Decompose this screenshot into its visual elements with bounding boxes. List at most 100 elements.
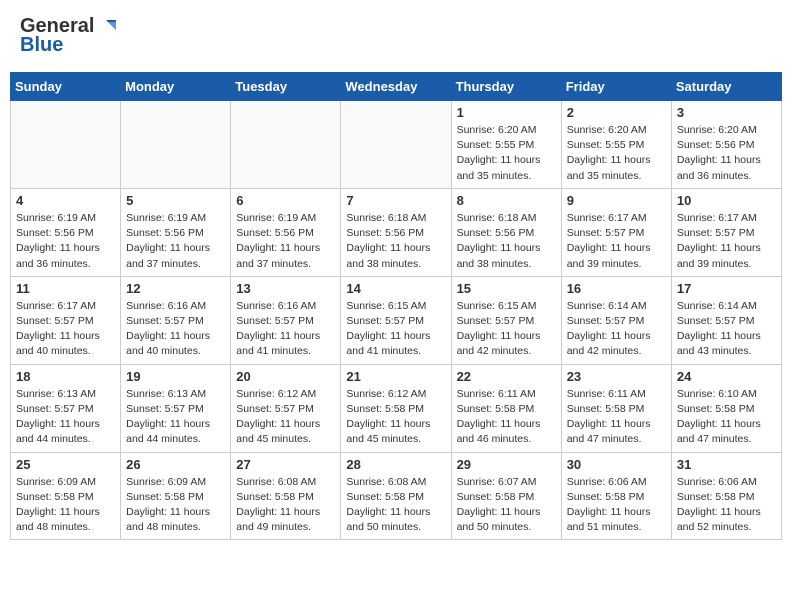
day-number: 19 <box>126 369 225 384</box>
weekday-header-tuesday: Tuesday <box>231 73 341 101</box>
calendar-cell: 8 Sunrise: 6:18 AM Sunset: 5:56 PM Daylig… <box>451 188 561 276</box>
logo: General Blue <box>20 15 118 57</box>
day-number: 7 <box>346 193 445 208</box>
calendar-week-1: 1 Sunrise: 6:20 AM Sunset: 5:55 PM Daylig… <box>11 101 782 189</box>
day-info: Sunrise: 6:08 AM Sunset: 5:58 PM Dayligh… <box>236 475 335 536</box>
day-number: 5 <box>126 193 225 208</box>
day-info: Sunrise: 6:11 AM Sunset: 5:58 PM Dayligh… <box>567 387 666 448</box>
day-number: 3 <box>677 105 776 120</box>
day-number: 18 <box>16 369 115 384</box>
logo-bird-icon <box>96 16 118 38</box>
calendar-cell: 15Sunrise: 6:15 AM Sunset: 5:57 PM Dayli… <box>451 276 561 364</box>
calendar-cell: 24Sunrise: 6:10 AM Sunset: 5:58 PM Dayli… <box>671 364 781 452</box>
day-number: 24 <box>677 369 776 384</box>
calendar-cell <box>231 101 341 189</box>
day-number: 12 <box>126 281 225 296</box>
day-number: 23 <box>567 369 666 384</box>
day-number: 26 <box>126 457 225 472</box>
weekday-header-saturday: Saturday <box>671 73 781 101</box>
calendar-cell: 26 Sunrise: 6:09 AM Sunset: 5:58 PM Dayli… <box>121 452 231 540</box>
day-number: 15 <box>457 281 556 296</box>
day-info: Sunrise: 6:14 AM Sunset: 5:57 PM Dayligh… <box>677 299 776 360</box>
day-number: 21 <box>346 369 445 384</box>
calendar-cell: 21 Sunrise: 6:12 AM Sunset: 5:58 PM Dayli… <box>341 364 451 452</box>
calendar-cell: 9 Sunrise: 6:17 AM Sunset: 5:57 PM Daylig… <box>561 188 671 276</box>
day-number: 31 <box>677 457 776 472</box>
day-number: 30 <box>567 457 666 472</box>
day-info: Sunrise: 6:18 AM Sunset: 5:56 PM Dayligh… <box>346 211 445 272</box>
calendar-week-2: 4Sunrise: 6:19 AM Sunset: 5:56 PM Daylig… <box>11 188 782 276</box>
day-info: Sunrise: 6:17 AM Sunset: 5:57 PM Dayligh… <box>567 211 666 272</box>
calendar-cell: 29Sunrise: 6:07 AM Sunset: 5:58 PM Dayli… <box>451 452 561 540</box>
calendar-cell: 7 Sunrise: 6:18 AM Sunset: 5:56 PM Daylig… <box>341 188 451 276</box>
day-number: 22 <box>457 369 556 384</box>
calendar-week-5: 25Sunrise: 6:09 AM Sunset: 5:58 PM Dayli… <box>11 452 782 540</box>
calendar-cell: 16Sunrise: 6:14 AM Sunset: 5:57 PM Dayli… <box>561 276 671 364</box>
day-info: Sunrise: 6:12 AM Sunset: 5:58 PM Dayligh… <box>346 387 445 448</box>
calendar-cell: 10 Sunrise: 6:17 AM Sunset: 5:57 PM Dayli… <box>671 188 781 276</box>
weekday-header-thursday: Thursday <box>451 73 561 101</box>
day-info: Sunrise: 6:18 AM Sunset: 5:56 PM Dayligh… <box>457 211 556 272</box>
day-number: 20 <box>236 369 335 384</box>
weekday-header-sunday: Sunday <box>11 73 121 101</box>
logo-container: General Blue <box>20 15 118 57</box>
weekday-header-monday: Monday <box>121 73 231 101</box>
calendar-cell: 1Sunrise: 6:20 AM Sunset: 5:55 PM Daylig… <box>451 101 561 189</box>
weekday-header-friday: Friday <box>561 73 671 101</box>
calendar-cell: 22Sunrise: 6:11 AM Sunset: 5:58 PM Dayli… <box>451 364 561 452</box>
calendar-cell: 11 Sunrise: 6:17 AM Sunset: 5:57 PM Dayli… <box>11 276 121 364</box>
day-number: 10 <box>677 193 776 208</box>
calendar-cell: 18 Sunrise: 6:13 AM Sunset: 5:57 PM Dayli… <box>11 364 121 452</box>
calendar-cell: 2 Sunrise: 6:20 AM Sunset: 5:55 PM Daylig… <box>561 101 671 189</box>
day-info: Sunrise: 6:17 AM Sunset: 5:57 PM Dayligh… <box>677 211 776 272</box>
calendar-cell: 4Sunrise: 6:19 AM Sunset: 5:56 PM Daylig… <box>11 188 121 276</box>
day-info: Sunrise: 6:20 AM Sunset: 5:56 PM Dayligh… <box>677 123 776 184</box>
day-number: 6 <box>236 193 335 208</box>
calendar-week-3: 11 Sunrise: 6:17 AM Sunset: 5:57 PM Dayli… <box>11 276 782 364</box>
day-info: Sunrise: 6:09 AM Sunset: 5:58 PM Dayligh… <box>126 475 225 536</box>
day-number: 1 <box>457 105 556 120</box>
calendar-cell: 3 Sunrise: 6:20 AM Sunset: 5:56 PM Daylig… <box>671 101 781 189</box>
calendar-cell: 5 Sunrise: 6:19 AM Sunset: 5:56 PM Daylig… <box>121 188 231 276</box>
day-info: Sunrise: 6:15 AM Sunset: 5:57 PM Dayligh… <box>346 299 445 360</box>
day-number: 17 <box>677 281 776 296</box>
weekday-header-row: SundayMondayTuesdayWednesdayThursdayFrid… <box>11 73 782 101</box>
calendar-cell: 17 Sunrise: 6:14 AM Sunset: 5:57 PM Dayli… <box>671 276 781 364</box>
page-header: General Blue <box>10 10 782 62</box>
day-info: Sunrise: 6:08 AM Sunset: 5:58 PM Dayligh… <box>346 475 445 536</box>
day-number: 8 <box>457 193 556 208</box>
calendar-cell: 6 Sunrise: 6:19 AM Sunset: 5:56 PM Daylig… <box>231 188 341 276</box>
day-info: Sunrise: 6:19 AM Sunset: 5:56 PM Dayligh… <box>236 211 335 272</box>
day-info: Sunrise: 6:06 AM Sunset: 5:58 PM Dayligh… <box>677 475 776 536</box>
calendar-cell: 30 Sunrise: 6:06 AM Sunset: 5:58 PM Dayli… <box>561 452 671 540</box>
day-info: Sunrise: 6:13 AM Sunset: 5:57 PM Dayligh… <box>16 387 115 448</box>
logo-blue: Blue <box>20 34 63 57</box>
day-info: Sunrise: 6:19 AM Sunset: 5:56 PM Dayligh… <box>126 211 225 272</box>
calendar-cell: 19Sunrise: 6:13 AM Sunset: 5:57 PM Dayli… <box>121 364 231 452</box>
calendar-cell: 25Sunrise: 6:09 AM Sunset: 5:58 PM Dayli… <box>11 452 121 540</box>
calendar-cell: 20 Sunrise: 6:12 AM Sunset: 5:57 PM Dayli… <box>231 364 341 452</box>
calendar-cell: 14 Sunrise: 6:15 AM Sunset: 5:57 PM Dayli… <box>341 276 451 364</box>
day-number: 28 <box>346 457 445 472</box>
calendar-week-4: 18 Sunrise: 6:13 AM Sunset: 5:57 PM Dayli… <box>11 364 782 452</box>
day-number: 9 <box>567 193 666 208</box>
day-info: Sunrise: 6:12 AM Sunset: 5:57 PM Dayligh… <box>236 387 335 448</box>
day-number: 27 <box>236 457 335 472</box>
day-info: Sunrise: 6:17 AM Sunset: 5:57 PM Dayligh… <box>16 299 115 360</box>
calendar-cell <box>121 101 231 189</box>
day-info: Sunrise: 6:09 AM Sunset: 5:58 PM Dayligh… <box>16 475 115 536</box>
day-number: 2 <box>567 105 666 120</box>
day-info: Sunrise: 6:06 AM Sunset: 5:58 PM Dayligh… <box>567 475 666 536</box>
day-number: 14 <box>346 281 445 296</box>
calendar-cell <box>11 101 121 189</box>
calendar-cell: 23 Sunrise: 6:11 AM Sunset: 5:58 PM Dayli… <box>561 364 671 452</box>
day-info: Sunrise: 6:20 AM Sunset: 5:55 PM Dayligh… <box>567 123 666 184</box>
calendar-cell <box>341 101 451 189</box>
day-number: 13 <box>236 281 335 296</box>
calendar-cell: 27 Sunrise: 6:08 AM Sunset: 5:58 PM Dayli… <box>231 452 341 540</box>
day-info: Sunrise: 6:16 AM Sunset: 5:57 PM Dayligh… <box>126 299 225 360</box>
calendar-cell: 31 Sunrise: 6:06 AM Sunset: 5:58 PM Dayli… <box>671 452 781 540</box>
day-info: Sunrise: 6:19 AM Sunset: 5:56 PM Dayligh… <box>16 211 115 272</box>
day-number: 29 <box>457 457 556 472</box>
day-number: 11 <box>16 281 115 296</box>
